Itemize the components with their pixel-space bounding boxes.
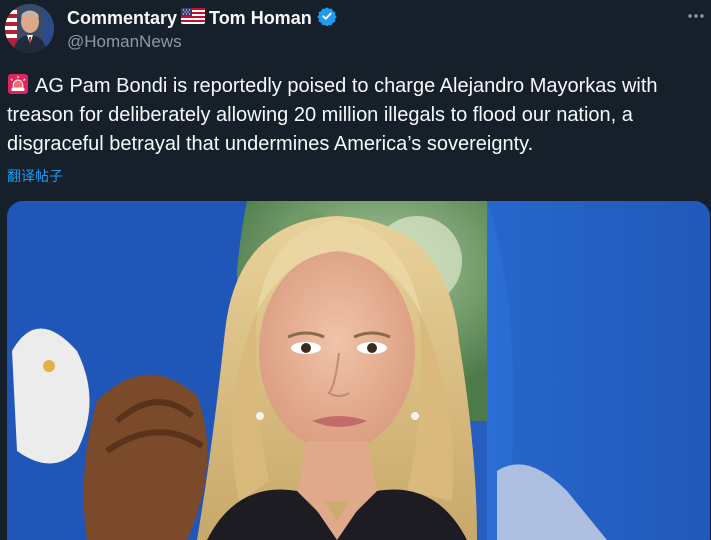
more-options-button[interactable]: [684, 4, 708, 28]
tweet-text: AG Pam Bondi is reportedly poised to cha…: [7, 72, 697, 159]
translate-post-link[interactable]: 翻译帖子: [7, 166, 63, 186]
tweet-media-image[interactable]: [7, 201, 710, 540]
photo-of-woman: [7, 201, 710, 540]
us-flag-icon: [181, 8, 206, 29]
avatar-image: [5, 4, 54, 53]
display-name-prefix: Commentary: [67, 8, 178, 28]
display-name-row[interactable]: Commentary Tom Homan: [67, 6, 337, 31]
more-options-icon: [688, 14, 704, 18]
user-handle[interactable]: @HomanNews: [67, 32, 182, 52]
police-siren-icon: [7, 73, 29, 95]
tweet-body: AG Pam Bondi is reportedly poised to cha…: [7, 75, 658, 155]
avatar[interactable]: [5, 4, 54, 53]
verified-badge-icon: [317, 6, 337, 31]
display-name: Tom Homan: [209, 8, 312, 28]
